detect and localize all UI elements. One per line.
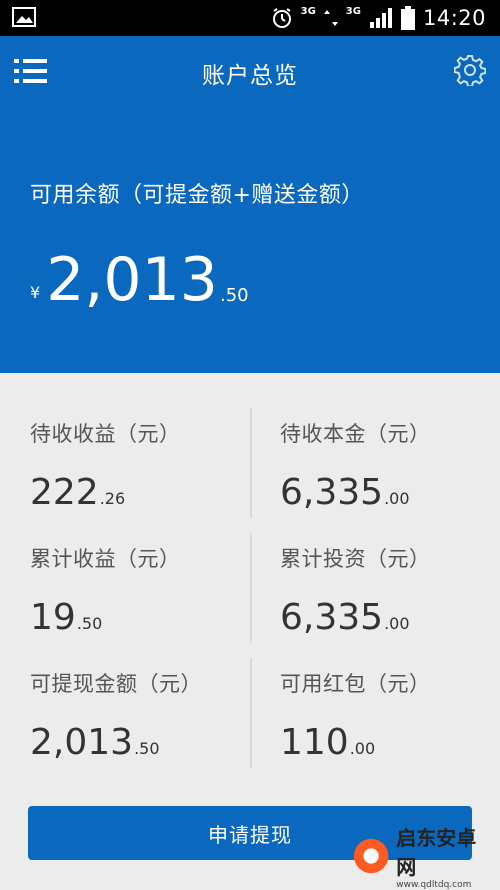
stat-value-decimal: .50	[76, 614, 103, 633]
page-title: 账户总览	[202, 63, 298, 89]
status-bar: 3G 3G 14:20	[0, 0, 500, 36]
stat-value-integer: 110	[280, 722, 349, 763]
stat-value: 6,335.00	[280, 597, 500, 638]
stat-label: 累计收益（元）	[30, 547, 181, 571]
watermark-logo-icon	[353, 838, 389, 874]
stat-value-decimal: .26	[99, 489, 126, 508]
network-type-2: 3G	[345, 6, 361, 17]
column-divider	[250, 658, 252, 768]
stat-label: 待收收益（元）	[30, 422, 181, 446]
stat-value-decimal: .00	[384, 614, 410, 633]
currency-symbol: ¥	[30, 283, 41, 302]
stat-label: 待收本金（元）	[280, 422, 431, 446]
alarm-icon	[272, 8, 291, 28]
stat-pending-principal: 待收本金（元） 6,335.00	[280, 418, 500, 542]
stat-value: 19.50	[30, 597, 250, 638]
image-icon	[12, 7, 36, 27]
stat-available-red-packet: 可用红包（元） 110.00	[280, 668, 500, 792]
available-balance: ¥ 2,013 .50	[30, 246, 249, 314]
stat-value: 2,013.50	[30, 722, 250, 763]
balance-decimal: .50	[219, 285, 249, 306]
watermark-brand: 启东安卓网	[396, 826, 477, 879]
stat-total-investment: 累计投资（元） 6,335.00	[280, 543, 500, 667]
stat-value: 6,335.00	[280, 472, 500, 513]
stat-value-decimal: .00	[349, 739, 376, 758]
watermark-text: 启东安卓网 www.qdltdq.com	[396, 822, 492, 890]
gear-icon[interactable]	[454, 54, 486, 86]
stat-label: 可用红包（元）	[280, 672, 431, 696]
balance-integer: 2,013	[46, 245, 218, 315]
stat-value-integer: 6,335	[280, 472, 384, 513]
header-panel: 账户总览 可用余额（可提金额+赠送金额） ¥ 2,013 .50	[0, 36, 500, 373]
stat-value-decimal: .00	[384, 489, 410, 508]
stat-pending-income: 待收收益（元） 222.26	[30, 418, 250, 542]
column-divider	[250, 408, 252, 518]
available-balance-label: 可用余额（可提金额+赠送金额）	[30, 183, 364, 208]
stat-withdrawable-amount: 可提现金额（元） 2,013.50	[30, 668, 250, 792]
stat-value-decimal: .50	[134, 739, 160, 758]
network-type-1: 3G	[300, 6, 316, 17]
stat-label: 可提现金额（元）	[30, 672, 202, 696]
data-transfer-icon	[323, 10, 338, 26]
stat-value: 222.26	[30, 472, 250, 513]
clock: 14:20	[422, 6, 486, 30]
stat-value-integer: 2,013	[30, 722, 134, 763]
stat-value-integer: 6,335	[280, 597, 384, 638]
battery-icon	[400, 6, 415, 30]
site-watermark: 启东安卓网 www.qdltdq.com	[352, 826, 492, 890]
stat-value-integer: 222	[30, 472, 99, 513]
column-divider	[250, 533, 252, 643]
stat-value-integer: 19	[30, 597, 76, 638]
stats-grid: 待收收益（元） 222.26 待收本金（元） 6,335.00 累计收益（元） …	[0, 373, 500, 783]
signal-icon	[369, 8, 392, 28]
stat-value: 110.00	[280, 722, 500, 763]
stat-total-income: 累计收益（元） 19.50	[30, 543, 250, 667]
stat-label: 累计投资（元）	[280, 547, 431, 571]
status-icons: 3G 3G 14:20	[271, 0, 486, 36]
